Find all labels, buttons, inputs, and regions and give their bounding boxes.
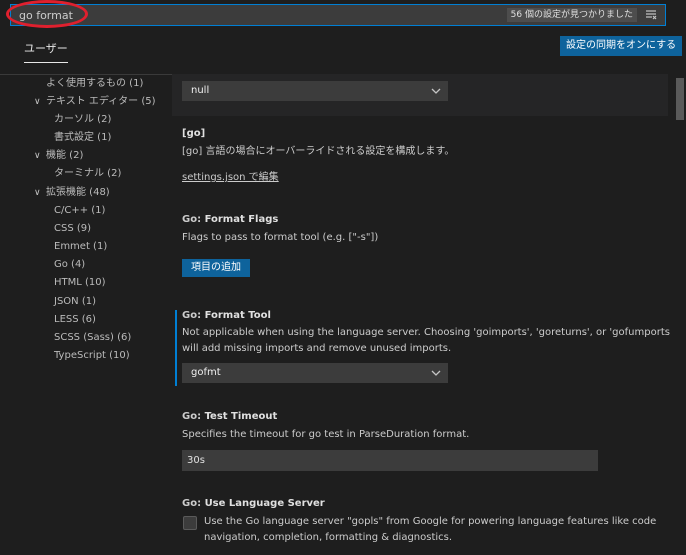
go-override-description: settings.json で編集: [182, 170, 279, 186]
scrollbar-thumb[interactable]: [676, 78, 684, 120]
chevron-down-icon: ∨: [34, 188, 41, 198]
add-item-button[interactable]: 項目の追加: [182, 259, 250, 277]
format-tool-title: Go: Format Tool: [182, 310, 271, 321]
chevron-down-icon: [431, 370, 441, 376]
test-timeout-description: Specifies the timeout for go test in Par…: [182, 429, 470, 440]
toc-item-commonly-used[interactable]: よく使用するもの (1): [34, 77, 143, 91]
toc-item-text-editor[interactable]: ∨ テキスト エディター (5): [34, 95, 156, 109]
settings-search-bar[interactable]: 56 個の設定が見つかりました: [10, 4, 666, 26]
toc-item-formatting[interactable]: 書式設定 (1): [42, 131, 111, 145]
toc-item-html[interactable]: HTML (10): [42, 276, 106, 290]
chevron-down-icon: ∨: [34, 97, 41, 107]
toc-item-cursor[interactable]: カーソル (2): [42, 113, 111, 127]
edit-in-settings-json-link[interactable]: settings.json で編集: [182, 172, 279, 183]
use-language-server-description: navigation, completion, formatting & dia…: [204, 532, 453, 543]
result-count-badge: 56 個の設定が見つかりました: [506, 8, 637, 22]
toc-item-scss[interactable]: SCSS (Sass) (6): [42, 331, 131, 345]
go-override-title: [go]: [182, 128, 206, 139]
toc-item-emmet[interactable]: Emmet (1): [42, 240, 107, 254]
go-override-description: [go] 言語の場合にオーバーライドされる設定を構成します。: [182, 146, 455, 157]
format-tool-dropdown[interactable]: gofmt: [182, 363, 448, 383]
use-language-server-checkbox[interactable]: [183, 516, 197, 530]
format-flags-description: Flags to pass to format tool (e.g. ["-s"…: [182, 232, 379, 243]
toc-item-extensions[interactable]: ∨ 拡張機能 (48): [34, 186, 110, 200]
toc-item-css[interactable]: CSS (9): [42, 222, 91, 236]
toc-item-typescript[interactable]: TypeScript (10): [42, 349, 130, 363]
format-flags-title: Go: Format Flags: [182, 214, 279, 225]
null-dropdown[interactable]: null: [182, 81, 448, 101]
format-tool-description: Not applicable when using the language s…: [182, 327, 673, 338]
toc-item-go[interactable]: Go (4): [42, 258, 85, 272]
chevron-down-icon: ∨: [34, 151, 41, 161]
chevron-down-icon: [431, 88, 441, 94]
scrollbar-track[interactable]: [670, 76, 684, 555]
focused-setting-indicator: [175, 310, 177, 386]
sync-settings-button[interactable]: 設定の同期をオンにする: [560, 36, 683, 56]
toc-item-less[interactable]: LESS (6): [42, 313, 96, 327]
use-language-server-title: Go: Use Language Server: [182, 498, 325, 509]
use-language-server-description: Use the Go language server "gopls" from …: [204, 516, 657, 527]
tab-user[interactable]: ユーザー: [24, 40, 68, 63]
toc-item-terminal[interactable]: ターミナル (2): [42, 167, 121, 181]
toc-item-cpp[interactable]: C/C++ (1): [42, 204, 105, 218]
search-input[interactable]: [19, 7, 499, 23]
test-timeout-input[interactable]: [182, 450, 598, 471]
toc-item-features[interactable]: ∨ 機能 (2): [34, 149, 83, 163]
filter-icon[interactable]: [645, 9, 657, 21]
format-tool-description: will add missing imports and remove unus…: [182, 343, 452, 354]
toc-item-json[interactable]: JSON (1): [42, 295, 96, 309]
test-timeout-title: Go: Test Timeout: [182, 411, 278, 422]
